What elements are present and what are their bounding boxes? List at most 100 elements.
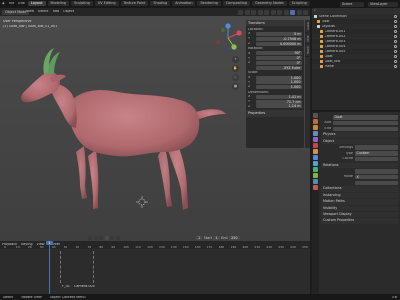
ortho-toggle-icon[interactable]: ▦ (232, 83, 239, 90)
workspace-tab-rendering[interactable]: Rendering (197, 1, 221, 7)
sidebar-tab-view[interactable]: View (305, 44, 310, 58)
workspace-tab-geometry-nodes[interactable]: Geometry Nodes (252, 1, 287, 7)
property-value[interactable] (333, 120, 398, 126)
dimensions-z[interactable]: Z 1.14 m (248, 104, 302, 109)
property-section-header[interactable]: Motion Paths (321, 199, 398, 205)
viewport-menu-object[interactable]: Object (63, 10, 74, 13)
property-section-header[interactable]: Instancing (321, 192, 398, 199)
prev-keyframe-icon[interactable] (93, 236, 98, 240)
timeline-marker[interactable]: Camera.005 (74, 285, 95, 288)
property-value[interactable] (355, 169, 398, 174)
visibility-eye-icon[interactable] (394, 35, 397, 38)
property-section-header[interactable]: Visibility (321, 205, 398, 212)
outliner-item[interactable]: Plane (312, 64, 400, 69)
workspace-tab-texture-paint[interactable]: Texture Paint (120, 1, 149, 7)
rendered-shading-icon[interactable] (303, 9, 308, 15)
data-tab-icon[interactable] (313, 179, 318, 184)
visibility-eye-icon[interactable] (394, 65, 397, 68)
property-section-header[interactable]: Relations (321, 162, 398, 168)
view-layer-selector[interactable]: ViewLayer (368, 1, 398, 7)
location-z[interactable]: Z 0.000000 m (248, 41, 302, 46)
property-section-header[interactable]: Physics (321, 132, 398, 138)
output-tab-icon[interactable] (313, 125, 318, 130)
properties-header[interactable]: Properties (246, 110, 304, 117)
tool-tab-icon[interactable] (313, 113, 318, 118)
workspace-tab-layout[interactable]: Layout (28, 1, 46, 7)
timeline-area[interactable]: F_01 Camera.005 (0, 249, 310, 294)
start-frame-field[interactable]: 1 (213, 236, 220, 240)
modifiers-tab-icon[interactable] (313, 155, 318, 160)
show-gizmo-icon[interactable] (264, 9, 269, 15)
workspace-tab-scripting[interactable]: Scripting (288, 1, 310, 7)
playhead[interactable] (49, 241, 50, 294)
scene-tab-icon[interactable] (313, 137, 318, 142)
3d-cursor-icon[interactable] (136, 196, 148, 208)
property-value[interactable] (355, 180, 398, 186)
visibility-eye-icon[interactable] (394, 45, 397, 48)
world-tab-icon[interactable] (313, 143, 318, 148)
viewport-menu-view[interactable]: View (26, 10, 34, 13)
gizmo-z-axis[interactable] (225, 23, 231, 29)
property-section-header[interactable]: Collections (321, 186, 398, 192)
visibility-eye-icon[interactable] (394, 30, 397, 33)
gizmo-y-axis[interactable] (231, 44, 237, 50)
property-value[interactable] (355, 156, 398, 162)
property-section-header[interactable]: Viewport Display (321, 212, 398, 218)
visibility-eye-icon[interactable] (394, 25, 397, 28)
visibility-eye-icon[interactable] (394, 20, 397, 23)
blender-logo-icon[interactable]: ◈ (2, 2, 5, 5)
render-tab-icon[interactable] (313, 119, 318, 124)
visibility-eye-icon[interactable] (394, 55, 397, 58)
xray-icon[interactable] (277, 9, 282, 15)
next-keyframe-icon[interactable] (110, 236, 114, 240)
rotation-z[interactable]: Z 0° (248, 61, 302, 65)
property-value[interactable]: X (355, 174, 398, 180)
transform-header[interactable]: Transform (246, 20, 304, 27)
gizmo-x-axis[interactable] (236, 30, 242, 36)
scale-x[interactable]: X 1.000 (248, 75, 302, 80)
play-icon[interactable] (104, 236, 109, 240)
jump-start-icon[interactable] (88, 236, 92, 240)
property-value[interactable]: Custom (355, 151, 398, 156)
rotation-y[interactable]: Y 0° (248, 56, 302, 61)
proportional-edit-icon[interactable] (257, 9, 263, 15)
current-frame-field[interactable]: 1 (196, 236, 203, 240)
dimensions-y[interactable]: Y 71.7 cm (248, 99, 302, 104)
pivot-icon[interactable] (244, 9, 250, 15)
physics-tab-icon[interactable] (313, 167, 318, 172)
snap-icon[interactable] (251, 9, 256, 15)
scale-y[interactable]: Y 1.000 (248, 80, 302, 85)
global-transform-icon[interactable] (238, 9, 243, 15)
menu-edit[interactable]: Edit (18, 2, 25, 5)
dimensions-x[interactable]: X 1.41 m (248, 94, 302, 99)
visibility-eye-icon[interactable] (394, 50, 397, 53)
overlays-icon[interactable] (270, 9, 276, 15)
object-tab-icon[interactable] (313, 149, 318, 154)
jump-end-icon[interactable] (115, 236, 120, 240)
playhead-frame[interactable]: 1 (46, 241, 53, 245)
property-value[interactable] (333, 126, 398, 132)
workspace-tab-animation[interactable]: Animation (172, 1, 196, 7)
constraints-tab-icon[interactable] (313, 173, 318, 178)
solid-shading-icon[interactable] (290, 9, 295, 15)
workspace-tab-modeling[interactable]: Modeling (47, 1, 69, 7)
particles-tab-icon[interactable] (313, 161, 318, 166)
workspace-tab-uv-editing[interactable]: UV Editing (94, 1, 119, 7)
menu-file[interactable]: File (9, 2, 15, 5)
gizmo-neg-x-axis[interactable] (216, 40, 220, 44)
workspace-tab-shading[interactable]: Shading (150, 1, 171, 7)
end-frame-field[interactable]: 250 (229, 236, 240, 240)
timeline-marker[interactable]: F_01 (62, 285, 70, 288)
rotation-x[interactable]: X 90° (248, 51, 302, 56)
scale-z[interactable]: Z 1.000 (248, 85, 302, 90)
property-value[interactable]: Goat (333, 115, 398, 120)
outliner-filter-icon[interactable]: ⌕ (314, 9, 316, 12)
sidebar-tab-item[interactable]: Item (305, 20, 310, 33)
viewport-menu-add[interactable]: Add (53, 10, 60, 13)
workspace-tab-sculpting[interactable]: Sculpting (70, 1, 93, 7)
location-y[interactable]: Y -0.7546 m (248, 36, 302, 41)
pan-icon[interactable]: ✋ (232, 65, 239, 72)
zoom-icon[interactable]: + (232, 56, 239, 63)
wireframe-shading-icon[interactable] (283, 9, 289, 15)
rotation-mode[interactable]: XYZ Euler (248, 65, 302, 70)
